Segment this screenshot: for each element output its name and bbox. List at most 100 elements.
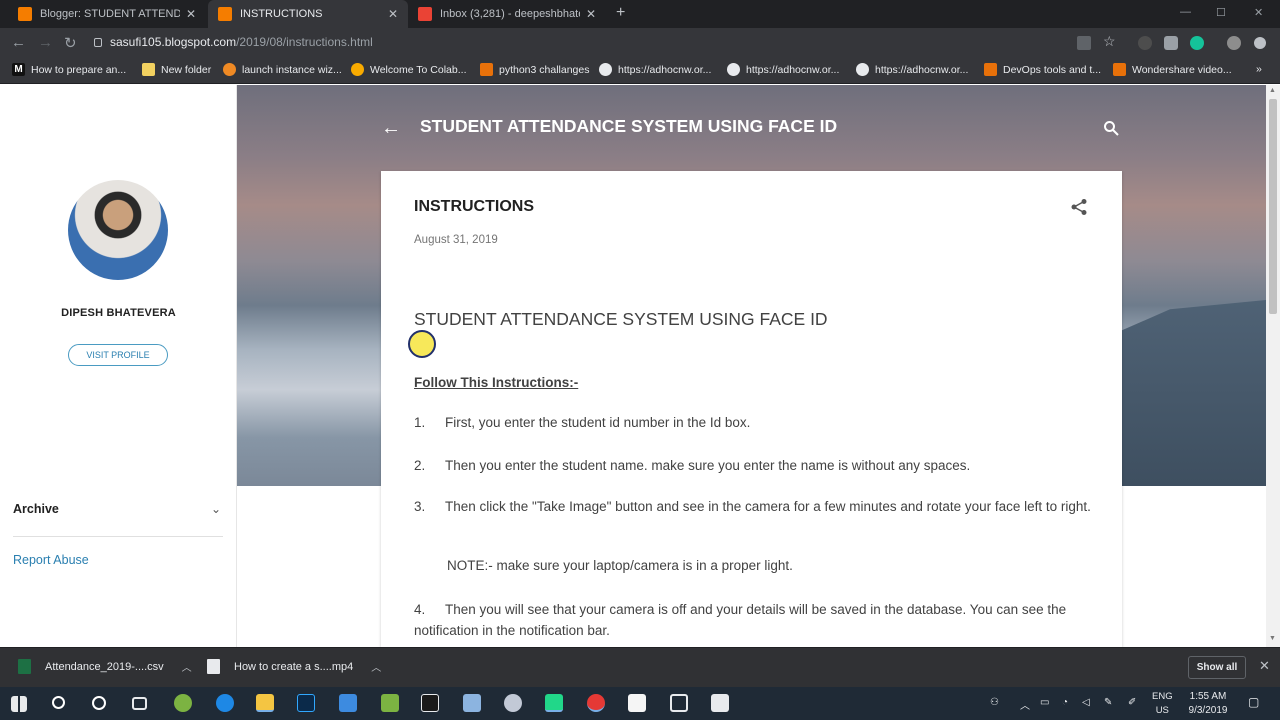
close-tab-icon[interactable]: ✕ <box>388 7 398 21</box>
snipping-tool-icon[interactable] <box>670 694 688 712</box>
globe-icon <box>856 63 869 76</box>
close-window-icon[interactable]: ✕ <box>1254 6 1263 19</box>
scroll-down-icon[interactable]: ▼ <box>1269 635 1276 642</box>
scrollbar-thumb[interactable] <box>1269 99 1277 314</box>
close-shelf-icon[interactable]: ✕ <box>1259 658 1270 674</box>
file-icon <box>207 659 220 674</box>
volume-icon[interactable]: ◁ <box>1082 697 1090 708</box>
chrome-icon[interactable] <box>587 694 605 712</box>
url-field[interactable]: sasufi105.blogspot.com/2019/08/instructi… <box>94 35 373 49</box>
forward-icon[interactable]: → <box>38 34 53 51</box>
blogger-icon <box>218 7 232 21</box>
maximize-icon[interactable]: ☐ <box>1216 6 1226 19</box>
step-text: Then you enter the student name. make su… <box>445 458 971 473</box>
globe-icon <box>599 63 612 76</box>
bookmark-label: python3 challanges <box>499 63 590 76</box>
bookmark-label: launch instance wiz... <box>242 63 342 76</box>
android-studio-icon[interactable] <box>174 694 192 712</box>
download-item[interactable]: How to create a s....mp4 ︿ <box>207 659 381 674</box>
new-tab-button[interactable]: + <box>616 4 625 22</box>
intellij-icon[interactable] <box>421 694 439 712</box>
pen-icon[interactable]: ✐ <box>1128 697 1136 708</box>
bookmark-item[interactable]: https://adhocnw.or... <box>599 63 711 76</box>
folder-icon <box>142 63 155 76</box>
notification-icon[interactable]: ▢ <box>1248 695 1259 709</box>
bookmark-item[interactable]: python3 challanges <box>480 63 590 76</box>
bookmark-item[interactable]: https://adhocnw.or... <box>727 63 839 76</box>
profile-avatar-icon[interactable] <box>1227 36 1241 50</box>
tab-title: INSTRUCTIONS <box>240 8 323 20</box>
tab-title: Inbox (3,281) - deepeshbhatew <box>440 8 580 20</box>
report-abuse-link[interactable]: Report Abuse <box>13 553 89 567</box>
chevron-up-icon[interactable]: ︿ <box>371 659 381 674</box>
cortana-icon[interactable] <box>92 696 106 710</box>
app-icon[interactable] <box>504 694 522 712</box>
file-explorer-icon[interactable] <box>256 694 274 712</box>
clock-date: 9/3/2019 <box>1188 705 1228 716</box>
pycharm-icon[interactable] <box>545 694 563 712</box>
battery-icon[interactable]: ▭ <box>1040 697 1049 708</box>
grammarly-icon[interactable] <box>1190 36 1204 50</box>
people-icon[interactable]: ⚇ <box>990 697 999 708</box>
clock-time: 1:55 AM <box>1189 691 1227 702</box>
tab-instructions[interactable]: INSTRUCTIONS ✕ <box>208 0 408 28</box>
menu-icon[interactable] <box>1254 37 1266 49</box>
bookmark-item[interactable]: Welcome To Colab... <box>351 63 467 76</box>
scroll-up-icon[interactable]: ▲ <box>1269 87 1276 94</box>
minimize-icon[interactable]: — <box>1180 6 1191 18</box>
photoshop-icon[interactable] <box>297 694 315 712</box>
notepad-icon[interactable] <box>628 694 646 712</box>
visit-profile-button[interactable]: VISIT PROFILE <box>68 344 168 366</box>
region-code: US <box>1155 705 1169 716</box>
windows-start-icon[interactable] <box>11 696 27 712</box>
wifi-icon[interactable]: ◔ <box>1062 697 1068 708</box>
extension-icon[interactable] <box>1164 36 1178 50</box>
step-1: 1. First, you enter the student id number… <box>414 412 1094 433</box>
bookmark-item[interactable]: launch instance wiz... <box>223 63 342 76</box>
bookmark-star-icon[interactable]: ☆ <box>1103 33 1116 50</box>
hindi-extension-icon[interactable] <box>1138 36 1152 50</box>
bookmark-item[interactable]: Wondershare video... <box>1113 63 1232 76</box>
archive-label: Archive <box>13 502 59 516</box>
task-view-icon[interactable] <box>132 697 147 710</box>
bookmark-item[interactable]: DevOps tools and t... <box>984 63 1101 76</box>
more-bookmarks-icon[interactable]: » <box>1256 63 1262 75</box>
tray-app-icon[interactable]: ✎ <box>1104 697 1112 708</box>
tab-strip: Blogger: STUDENT ATTENDANC ✕ INSTRUCTION… <box>0 0 1280 28</box>
edge-icon[interactable] <box>216 694 234 712</box>
archive-toggle[interactable]: Archive ⌄ <box>13 502 223 516</box>
bookmark-label: New folder <box>161 63 212 76</box>
bookmark-item[interactable]: M How to prepare an... <box>12 63 126 76</box>
app-icon[interactable] <box>339 694 357 712</box>
download-item[interactable]: Attendance_2019-....csv ︿ <box>18 659 192 674</box>
bookmark-item[interactable]: New folder <box>142 63 211 76</box>
translate-icon[interactable] <box>1077 36 1091 50</box>
note-text: NOTE:- make sure your laptop/camera is i… <box>447 558 793 573</box>
bookmark-item[interactable]: https://adhocnw.or... <box>856 63 968 76</box>
reload-icon[interactable]: ↻ <box>64 34 77 52</box>
close-tab-icon[interactable]: ✕ <box>186 7 196 21</box>
bookmark-label: How to prepare an... <box>31 63 127 76</box>
chevron-up-icon[interactable]: ︿ <box>182 659 192 674</box>
video-editor-icon[interactable] <box>711 694 729 712</box>
language-indicator[interactable]: ENG US <box>1152 690 1173 718</box>
show-all-button[interactable]: Show all <box>1188 656 1246 679</box>
clock[interactable]: 1:55 AM 9/3/2019 <box>1180 690 1236 718</box>
bookmark-label: Wondershare video... <box>1132 63 1232 76</box>
close-tab-icon[interactable]: ✕ <box>586 7 596 21</box>
gmail-icon <box>418 7 432 21</box>
globe-icon <box>727 63 740 76</box>
back-icon[interactable]: ← <box>11 34 26 51</box>
author-avatar[interactable] <box>68 180 168 280</box>
scrollbar[interactable]: ▲ ▼ <box>1266 85 1280 647</box>
virtualbox-icon[interactable] <box>463 694 481 712</box>
step-text: Then click the "Take Image" button and s… <box>445 499 1091 514</box>
tab-gmail[interactable]: Inbox (3,281) - deepeshbhatew ✕ <box>408 0 606 28</box>
chevron-down-icon: ⌄ <box>210 502 221 516</box>
chevron-up-icon[interactable]: ︿ <box>1020 697 1030 712</box>
camtasia-icon[interactable] <box>381 694 399 712</box>
excel-file-icon <box>18 659 31 674</box>
tab-blogger[interactable]: Blogger: STUDENT ATTENDANC ✕ <box>8 0 206 28</box>
search-icon[interactable] <box>52 696 65 709</box>
blogger-icon <box>18 7 32 21</box>
